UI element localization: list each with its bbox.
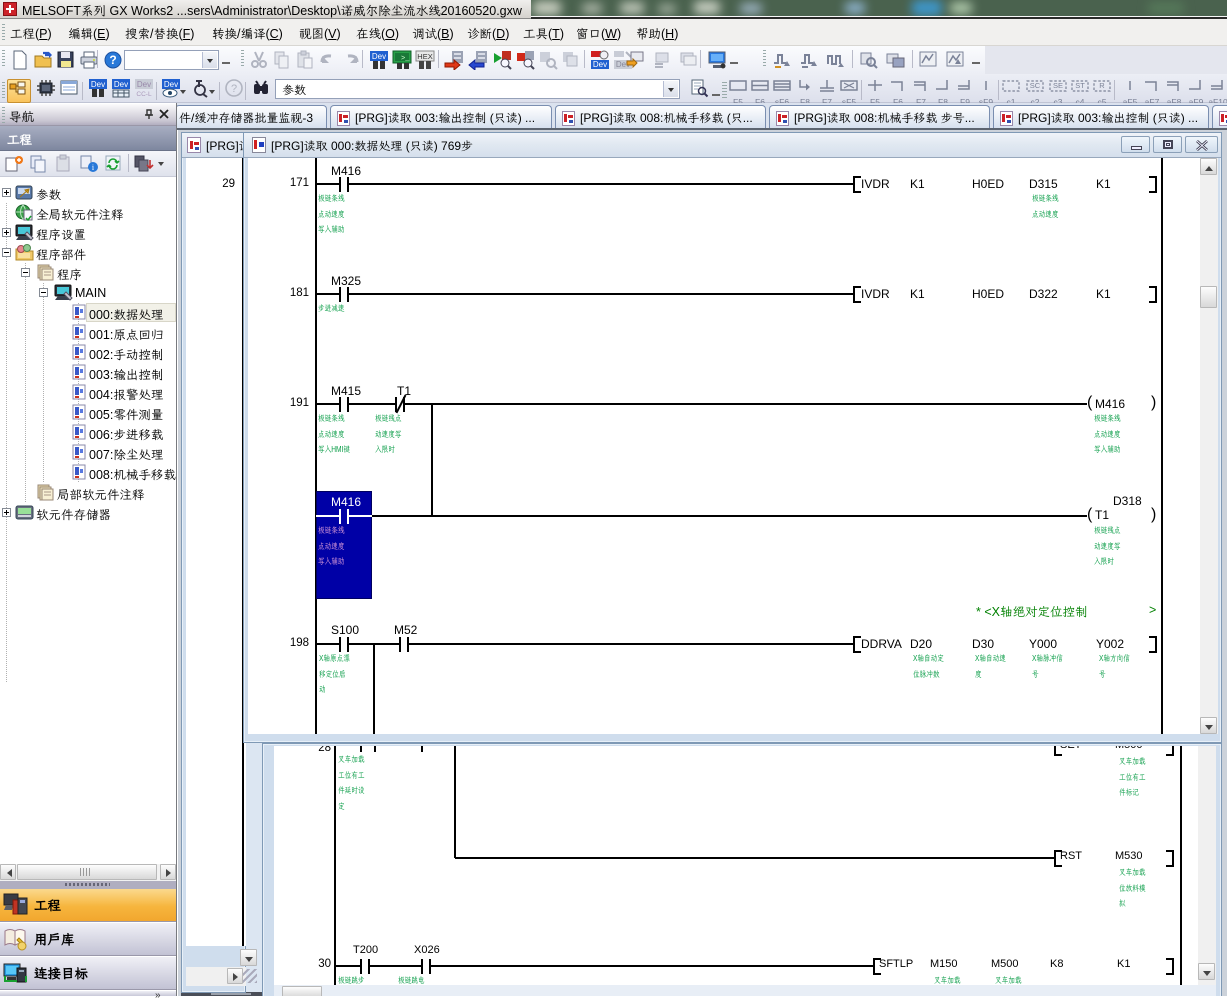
svg-text:?: ? [109, 53, 116, 67]
svg-text:ST: ST [1075, 81, 1085, 90]
svg-text:Dev: Dev [593, 60, 607, 69]
svg-text:CC-L: CC-L [136, 91, 152, 98]
svg-text:Dev: Dev [114, 80, 128, 89]
svg-text:R: R [1099, 81, 1105, 90]
svg-text:>_: >_ [401, 55, 410, 63]
svg-text:Dev: Dev [91, 80, 105, 89]
svg-text:Dev: Dev [164, 80, 178, 89]
svg-text:Dev: Dev [372, 52, 386, 61]
svg-text:Dev: Dev [137, 80, 151, 89]
svg-text:SC: SC [1030, 81, 1041, 90]
svg-text:SE: SE [1053, 81, 1063, 90]
svg-text:?: ? [231, 83, 237, 95]
svg-text:HEX: HEX [417, 52, 432, 61]
